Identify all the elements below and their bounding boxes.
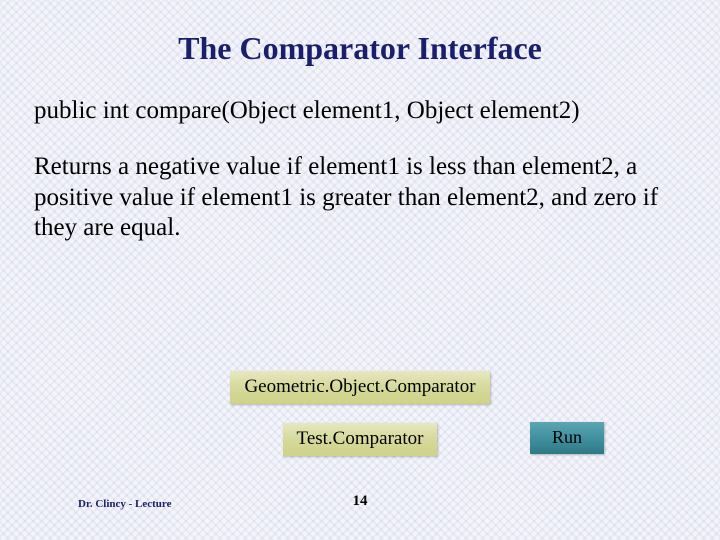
slide: The Comparator Interface public int comp…: [0, 0, 720, 540]
button-row-1: Geometric.Object.Comparator: [0, 370, 720, 404]
geometric-object-comparator-button[interactable]: Geometric.Object.Comparator: [230, 371, 489, 404]
footer-page-number: 14: [353, 493, 368, 510]
footer-author: Dr. Clincy - Lecture: [78, 498, 171, 510]
method-description: Returns a negative value if element1 is …: [34, 152, 686, 244]
slide-title: The Comparator Interface: [34, 30, 686, 67]
run-button[interactable]: Run: [530, 422, 604, 454]
test-comparator-button[interactable]: Test.Comparator: [283, 423, 438, 456]
button-row-2: Test.Comparator Run: [0, 422, 720, 456]
button-area: Geometric.Object.Comparator Test.Compara…: [0, 370, 720, 474]
method-signature: public int compare(Object element1, Obje…: [34, 95, 686, 126]
